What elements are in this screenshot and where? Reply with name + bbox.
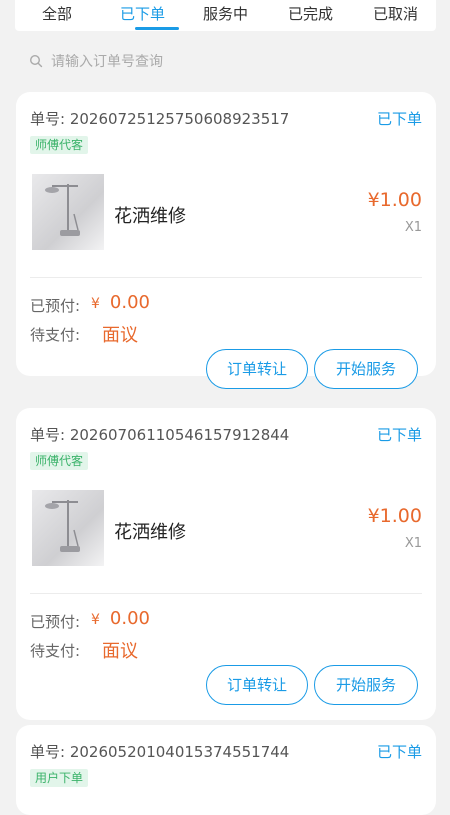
order-search-input[interactable] [51, 54, 411, 70]
order-card[interactable]: 单号: 20260520104015374551744 已下单 用户下单 [16, 725, 436, 815]
search-icon [29, 53, 43, 72]
order-number: 单号: 20260520104015374551744 [30, 743, 290, 761]
product-image [32, 490, 104, 566]
active-tab-indicator [135, 27, 179, 30]
product-name: 花洒维修 [114, 522, 186, 543]
to-pay-label: 待支付: [30, 642, 81, 660]
tab-all[interactable]: 全部 [42, 3, 72, 24]
to-pay-label: 待支付: [30, 326, 81, 344]
tab-cancelled[interactable]: 已取消 [373, 3, 418, 24]
divider [30, 277, 422, 278]
prepaid-amount: ¥0.00 [91, 608, 150, 629]
order-source-tag: 师傅代客 [30, 136, 89, 154]
product-price: ¥1.00 [367, 189, 422, 211]
to-pay-value: 面议 [102, 641, 138, 662]
start-service-button[interactable]: 开始服务 [314, 349, 418, 389]
product-image [32, 174, 104, 250]
product-name: 花洒维修 [114, 206, 186, 227]
tab-ordered[interactable]: 已下单 [120, 3, 165, 24]
prepaid-amount: ¥0.00 [91, 292, 150, 313]
order-status: 已下单 [376, 110, 422, 128]
to-pay-value: 面议 [102, 325, 138, 346]
order-status: 已下单 [376, 743, 422, 761]
product-quantity: X1 [404, 220, 422, 235]
prepaid-label: 已预付: [30, 297, 81, 315]
transfer-order-button[interactable]: 订单转让 [206, 665, 308, 705]
order-number: 单号: 20260706110546157912844 [30, 426, 290, 444]
order-card[interactable]: 单号: 20260725125750608923517 已下单 师傅代客 花洒维… [16, 92, 436, 389]
order-status: 已下单 [376, 426, 422, 444]
order-source-tag: 用户下单 [30, 769, 89, 787]
tab-in-service[interactable]: 服务中 [203, 3, 248, 24]
transfer-order-button[interactable]: 订单转让 [206, 349, 308, 389]
start-service-button[interactable]: 开始服务 [314, 665, 418, 705]
divider [30, 593, 422, 594]
order-source-tag: 师傅代客 [30, 452, 89, 470]
product-price: ¥1.00 [367, 505, 422, 527]
order-number: 单号: 20260725125750608923517 [30, 110, 290, 128]
order-status-tabs: 全部 已下单 服务中 已完成 已取消 [15, 0, 436, 31]
order-search-bar [15, 43, 436, 81]
tab-completed[interactable]: 已完成 [288, 3, 333, 24]
prepaid-label: 已预付: [30, 613, 81, 631]
order-card[interactable]: 单号: 20260706110546157912844 已下单 师傅代客 花洒维… [16, 408, 436, 720]
product-quantity: X1 [404, 536, 422, 551]
